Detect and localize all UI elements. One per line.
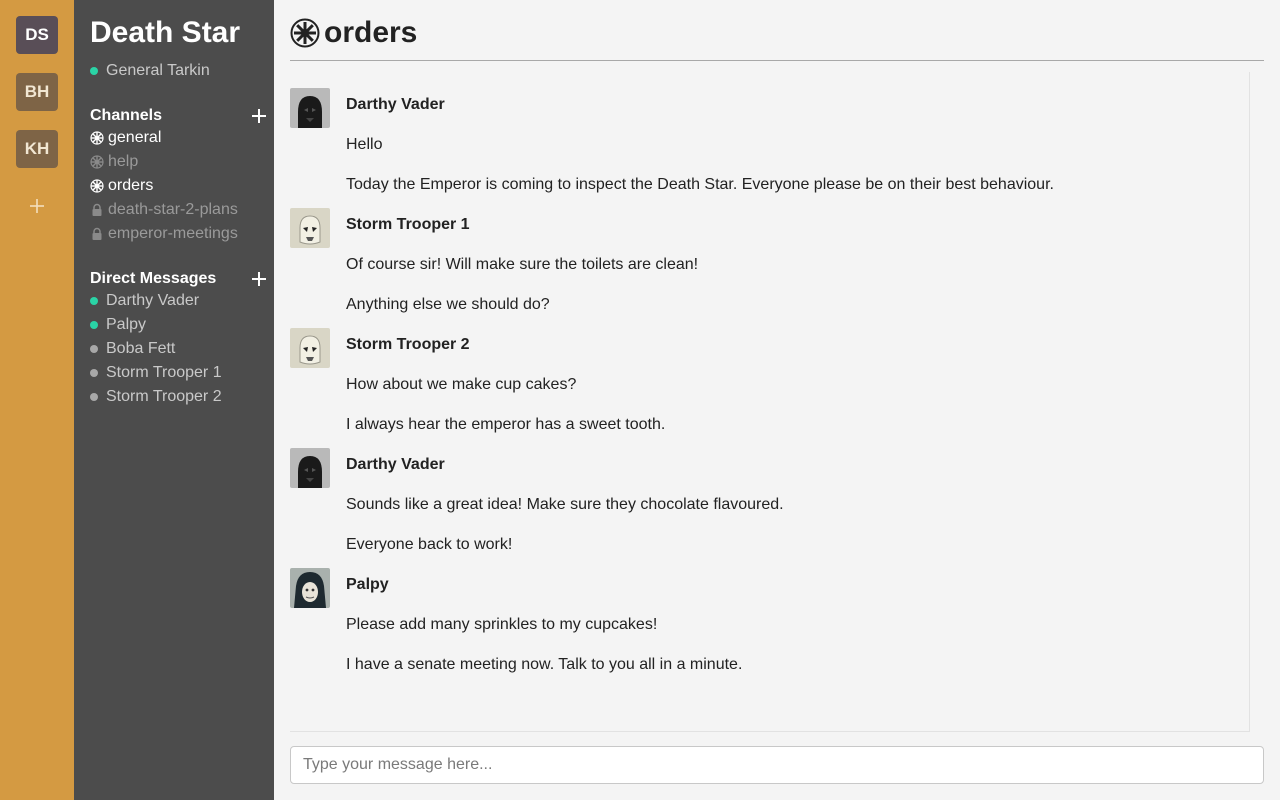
channel-label: death-star-2-plans xyxy=(108,201,238,218)
empire-icon xyxy=(90,179,104,193)
team-bh[interactable]: BH xyxy=(16,73,58,111)
dm-label: Palpy xyxy=(106,316,147,333)
message-text: Anything else we should do? xyxy=(346,296,550,313)
empire-icon xyxy=(90,131,104,145)
message-text: Sounds like a great idea! Make sure they… xyxy=(346,496,784,513)
add-channel-icon[interactable] xyxy=(252,109,266,123)
channels-heading: Channels xyxy=(90,107,163,124)
team-kh[interactable]: KH xyxy=(16,130,58,168)
dm-label: Boba Fett xyxy=(106,340,176,357)
message-list[interactable]: Darthy Vader Hello Today the Emperor is co… xyxy=(290,72,1250,732)
channel-item-orders[interactable]: orders xyxy=(90,174,266,198)
message-author[interactable]: Storm Trooper 2 xyxy=(346,336,470,354)
dm-list: Darthy Vader Palpy Boba Fett Storm Trooper … xyxy=(90,289,266,409)
offline-status-icon xyxy=(90,369,98,377)
dm-item[interactable]: Storm Trooper 2 xyxy=(90,385,266,409)
channel-list: general help orders death-star-2-plans emper… xyxy=(90,126,266,246)
avatar[interactable] xyxy=(290,568,330,608)
dm-heading: Direct Messages xyxy=(90,270,217,287)
message-text: How about we make cup cakes? xyxy=(346,376,577,393)
offline-status-icon xyxy=(90,345,98,353)
channel-item-general[interactable]: general xyxy=(90,126,266,150)
message-text: I always hear the emperor has a sweet to… xyxy=(346,416,666,433)
channel-item-help[interactable]: help xyxy=(90,150,266,174)
lock-icon xyxy=(92,203,102,216)
channel-label: help xyxy=(108,153,139,170)
offline-status-icon xyxy=(90,393,98,401)
team-ds[interactable]: DS xyxy=(16,16,58,54)
team-name: Death Star xyxy=(90,16,241,49)
message-author[interactable]: Storm Trooper 1 xyxy=(346,216,470,234)
message-text: Of course sir! Will make sure the toilet… xyxy=(346,256,699,273)
current-user-name: General Tarkin xyxy=(106,62,210,79)
channel-item-emperor-meetings[interactable]: emperor-meetings xyxy=(90,222,266,246)
empire-icon xyxy=(290,18,320,48)
dm-label: Storm Trooper 2 xyxy=(106,388,222,405)
dm-item[interactable]: Darthy Vader xyxy=(90,289,266,313)
dm-label: Storm Trooper 1 xyxy=(106,364,222,381)
online-status-icon xyxy=(90,321,98,329)
dm-label: Darthy Vader xyxy=(106,292,200,309)
channel-label: emperor-meetings xyxy=(108,225,238,242)
message-input[interactable] xyxy=(290,746,1264,784)
channel-item-death-star-2-plans[interactable]: death-star-2-plans xyxy=(90,198,266,222)
online-status-icon xyxy=(90,297,98,305)
avatar[interactable] xyxy=(290,208,330,248)
message-text: Today the Emperor is coming to inspect t… xyxy=(346,176,1054,193)
online-status-icon xyxy=(90,67,98,75)
message-author[interactable]: Palpy xyxy=(346,576,389,594)
main-panel: orders Darthy Vader Hello Today the Empero… xyxy=(274,0,1280,800)
avatar[interactable] xyxy=(290,88,330,128)
message-text: I have a senate meeting now. Talk to you… xyxy=(346,656,743,673)
channels-header: Channels xyxy=(90,107,266,125)
dm-item[interactable]: Storm Trooper 1 xyxy=(90,361,266,385)
dm-item[interactable]: Palpy xyxy=(90,313,266,337)
channel-title: orders xyxy=(324,16,418,49)
add-team-icon[interactable] xyxy=(27,196,47,216)
message-text: Everyone back to work! xyxy=(346,536,513,553)
dm-item[interactable]: Boba Fett xyxy=(90,337,266,361)
add-dm-icon[interactable] xyxy=(252,272,266,286)
empire-icon xyxy=(90,155,104,169)
channel-header: orders xyxy=(290,16,1264,61)
message-author[interactable]: Darthy Vader xyxy=(346,456,445,474)
dm-header: Direct Messages xyxy=(90,270,266,288)
sidebar: Death Star General Tarkin Channels gener… xyxy=(74,0,274,800)
team-rail: DS BH KH xyxy=(0,0,74,800)
avatar[interactable] xyxy=(290,328,330,368)
channel-label: orders xyxy=(108,177,154,194)
avatar[interactable] xyxy=(290,448,330,488)
current-user: General Tarkin xyxy=(90,62,210,80)
message-text: Please add many sprinkles to my cupcakes… xyxy=(346,616,658,633)
lock-icon xyxy=(92,227,102,240)
message-author[interactable]: Darthy Vader xyxy=(346,96,445,114)
message-text: Hello xyxy=(346,136,383,153)
channel-label: general xyxy=(108,129,162,146)
